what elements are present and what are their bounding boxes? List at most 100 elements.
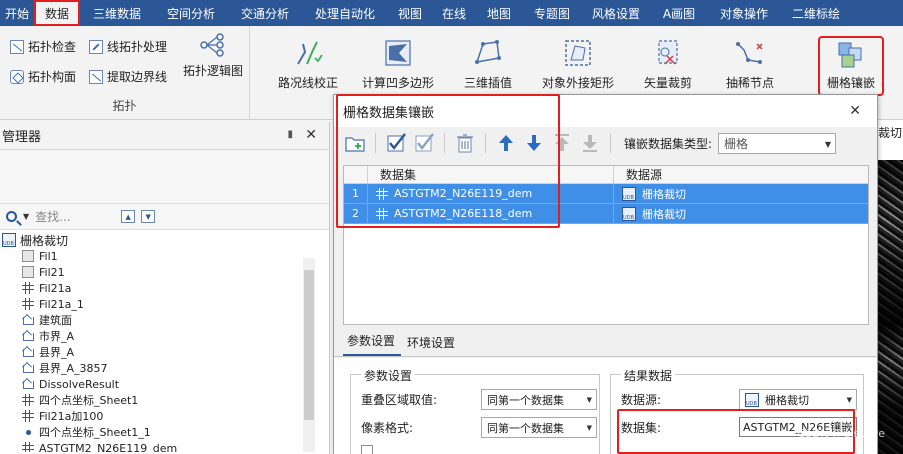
- map-window[interactable]: 裁切: [878, 120, 903, 454]
- tab-drawing[interactable]: A画图: [650, 0, 708, 26]
- move-down-button[interactable]: [523, 132, 545, 154]
- tree-item[interactable]: Fil21a_1: [0, 296, 329, 312]
- tree-scrollbar[interactable]: [303, 258, 315, 452]
- search-up-button[interactable]: ▲: [121, 210, 136, 223]
- move-up-button[interactable]: [495, 132, 517, 154]
- tree-item[interactable]: 市界_A: [0, 328, 329, 344]
- extract-boundary-button[interactable]: 提取边界线: [89, 68, 167, 85]
- tab-3d-data[interactable]: 三维数据: [80, 0, 154, 26]
- tree-item[interactable]: ASTGTM2_N26E119_dem: [0, 440, 329, 452]
- result-source-label: 数据源:: [621, 393, 662, 407]
- tree-item-label: 市界_A: [39, 330, 75, 343]
- chevron-down-icon: ▼: [824, 139, 832, 149]
- tree-item[interactable]: Fil21a: [0, 280, 329, 296]
- manager-search-bar: ▼ 查找... ▲ ▼: [0, 204, 329, 230]
- overlap-label: 重叠区域取值:: [361, 393, 438, 407]
- tab-traffic-analysis[interactable]: 交通分析: [228, 0, 302, 26]
- tree-root-datasource[interactable]: 栅格裁切: [0, 232, 329, 248]
- topology-polygon-icon: [10, 69, 24, 84]
- vector-clip-button[interactable]: 矢量裁剪: [638, 38, 698, 91]
- concave-polygon-button[interactable]: 计算凹多边形: [358, 38, 438, 91]
- tab-automation[interactable]: 处理自动化: [302, 0, 388, 26]
- topology-logic-button[interactable]: 拓扑逻辑图: [180, 32, 246, 79]
- move-to-top-button[interactable]: [551, 132, 573, 154]
- overlap-select[interactable]: 同第一个数据集 ▼: [481, 389, 597, 410]
- close-icon[interactable]: ✕: [305, 127, 317, 143]
- dialog-close-icon[interactable]: ✕: [849, 103, 861, 119]
- region-dataset-icon: [22, 346, 34, 358]
- tree-item[interactable]: DissolveResult: [0, 376, 329, 392]
- topology-check-button[interactable]: 拓扑检查: [10, 38, 76, 55]
- line-topology-icon: [89, 39, 103, 54]
- result-source-select[interactable]: 栅格裁切 ▼: [739, 389, 857, 410]
- tab-spatial-analysis[interactable]: 空间分析: [154, 0, 228, 26]
- vector-clip-icon: [653, 38, 683, 68]
- pixel-format-select[interactable]: 同第一个数据集 ▼: [481, 417, 597, 438]
- row-datasource-cell[interactable]: 栅格裁切: [614, 184, 868, 203]
- topology-polygon-button[interactable]: 拓扑构面: [10, 68, 76, 85]
- raster-mosaic-icon: [836, 40, 866, 70]
- move-to-bottom-button[interactable]: [579, 132, 601, 154]
- chevron-down-icon[interactable]: ▼: [23, 212, 29, 221]
- tab-view[interactable]: 视图: [388, 0, 432, 26]
- invert-selection-button[interactable]: [413, 132, 435, 154]
- region-dataset-icon: [22, 362, 34, 374]
- tab-data[interactable]: 数据: [34, 0, 80, 26]
- raster-mosaic-button[interactable]: 栅格镶嵌: [818, 36, 884, 96]
- column-header-dataset[interactable]: 数据集: [368, 166, 614, 183]
- row-dataset-cell[interactable]: ASTGTM2_N26E119_dem: [368, 184, 614, 203]
- delete-button[interactable]: [454, 132, 476, 154]
- tab-parameter-settings[interactable]: 参数设置: [343, 332, 402, 356]
- tree-item[interactable]: 县界_A: [0, 344, 329, 360]
- grid-dataset-icon: [22, 298, 34, 310]
- tab-2d-plotting[interactable]: 二维标绘: [780, 0, 852, 26]
- mosaic-type-select[interactable]: 栅格 ▼: [718, 132, 837, 154]
- dialog-tabs: 参数设置 环境设置: [334, 333, 877, 357]
- road-line-correction-button[interactable]: 路况线校正: [276, 38, 340, 91]
- bounding-rectangle-button[interactable]: 对象外接矩形: [538, 38, 618, 91]
- table-row[interactable]: 2 ASTGTM2_N26E118_dem 栅格裁切: [344, 204, 868, 224]
- tree-item[interactable]: 四个点坐标_Sheet1_1: [0, 424, 329, 440]
- tree-item[interactable]: Fil21: [0, 264, 329, 280]
- tab-map[interactable]: 地图: [476, 0, 522, 26]
- topology-group: 拓扑检查 线拓扑处理 拓扑构面 提取边界线 拓扑逻辑图 拓扑: [0, 26, 250, 120]
- region-dataset-icon: [22, 378, 34, 390]
- option-checkbox[interactable]: [361, 445, 373, 454]
- add-dataset-button[interactable]: [344, 132, 366, 154]
- row-datasource-cell[interactable]: 栅格裁切: [614, 204, 868, 223]
- tree-item[interactable]: Fil1: [0, 248, 329, 264]
- tab-thematic-map[interactable]: 专题图: [522, 0, 582, 26]
- table-row[interactable]: 1 ASTGTM2_N26E119_dem 栅格裁切: [344, 184, 868, 204]
- 3d-interpolation-button[interactable]: 三维插值: [458, 38, 518, 91]
- raster-dataset-icon: [22, 250, 34, 262]
- search-down-button[interactable]: ▼: [141, 210, 156, 223]
- select-all-button[interactable]: [385, 132, 407, 154]
- concave-polygon-icon: [383, 38, 413, 68]
- tree-item[interactable]: 县界_A_3857: [0, 360, 329, 376]
- tree-item[interactable]: 建筑面: [0, 312, 329, 328]
- line-topology-button[interactable]: 线拓扑处理: [89, 38, 167, 55]
- tab-style-settings[interactable]: 风格设置: [582, 0, 650, 26]
- tree-scrollbar-thumb[interactable]: [304, 270, 314, 420]
- row-dataset-name: ASTGTM2_N26E119_dem: [394, 187, 533, 200]
- search-icon[interactable]: [6, 211, 17, 222]
- map-window-tab[interactable]: 裁切: [878, 124, 902, 141]
- tree-item-label: 四个点坐标_Sheet1: [39, 394, 139, 407]
- tree-item-label: Fil21a: [39, 281, 72, 295]
- row-dataset-cell[interactable]: ASTGTM2_N26E118_dem: [368, 204, 614, 223]
- tab-object-operations[interactable]: 对象操作: [708, 0, 780, 26]
- watermark: CSDN @gisLove: [797, 427, 885, 440]
- tree-item[interactable]: Fil21a加100: [0, 408, 329, 424]
- search-input[interactable]: 查找...: [35, 208, 115, 225]
- chevron-down-icon: ▼: [846, 396, 852, 404]
- tree-item[interactable]: 四个点坐标_Sheet1: [0, 392, 329, 408]
- tab-start[interactable]: 开始: [0, 0, 34, 26]
- tab-environment-settings[interactable]: 环境设置: [403, 334, 461, 356]
- manager-toolbar-area: [0, 150, 329, 204]
- column-header-datasource[interactable]: 数据源: [614, 166, 868, 183]
- thin-vertices-button[interactable]: 抽稀节点: [720, 38, 780, 91]
- pin-icon[interactable]: ▮: [287, 129, 293, 140]
- row-datasource-name: 栅格裁切: [642, 187, 686, 201]
- tab-online[interactable]: 在线: [432, 0, 476, 26]
- raster-map-image[interactable]: [878, 160, 903, 454]
